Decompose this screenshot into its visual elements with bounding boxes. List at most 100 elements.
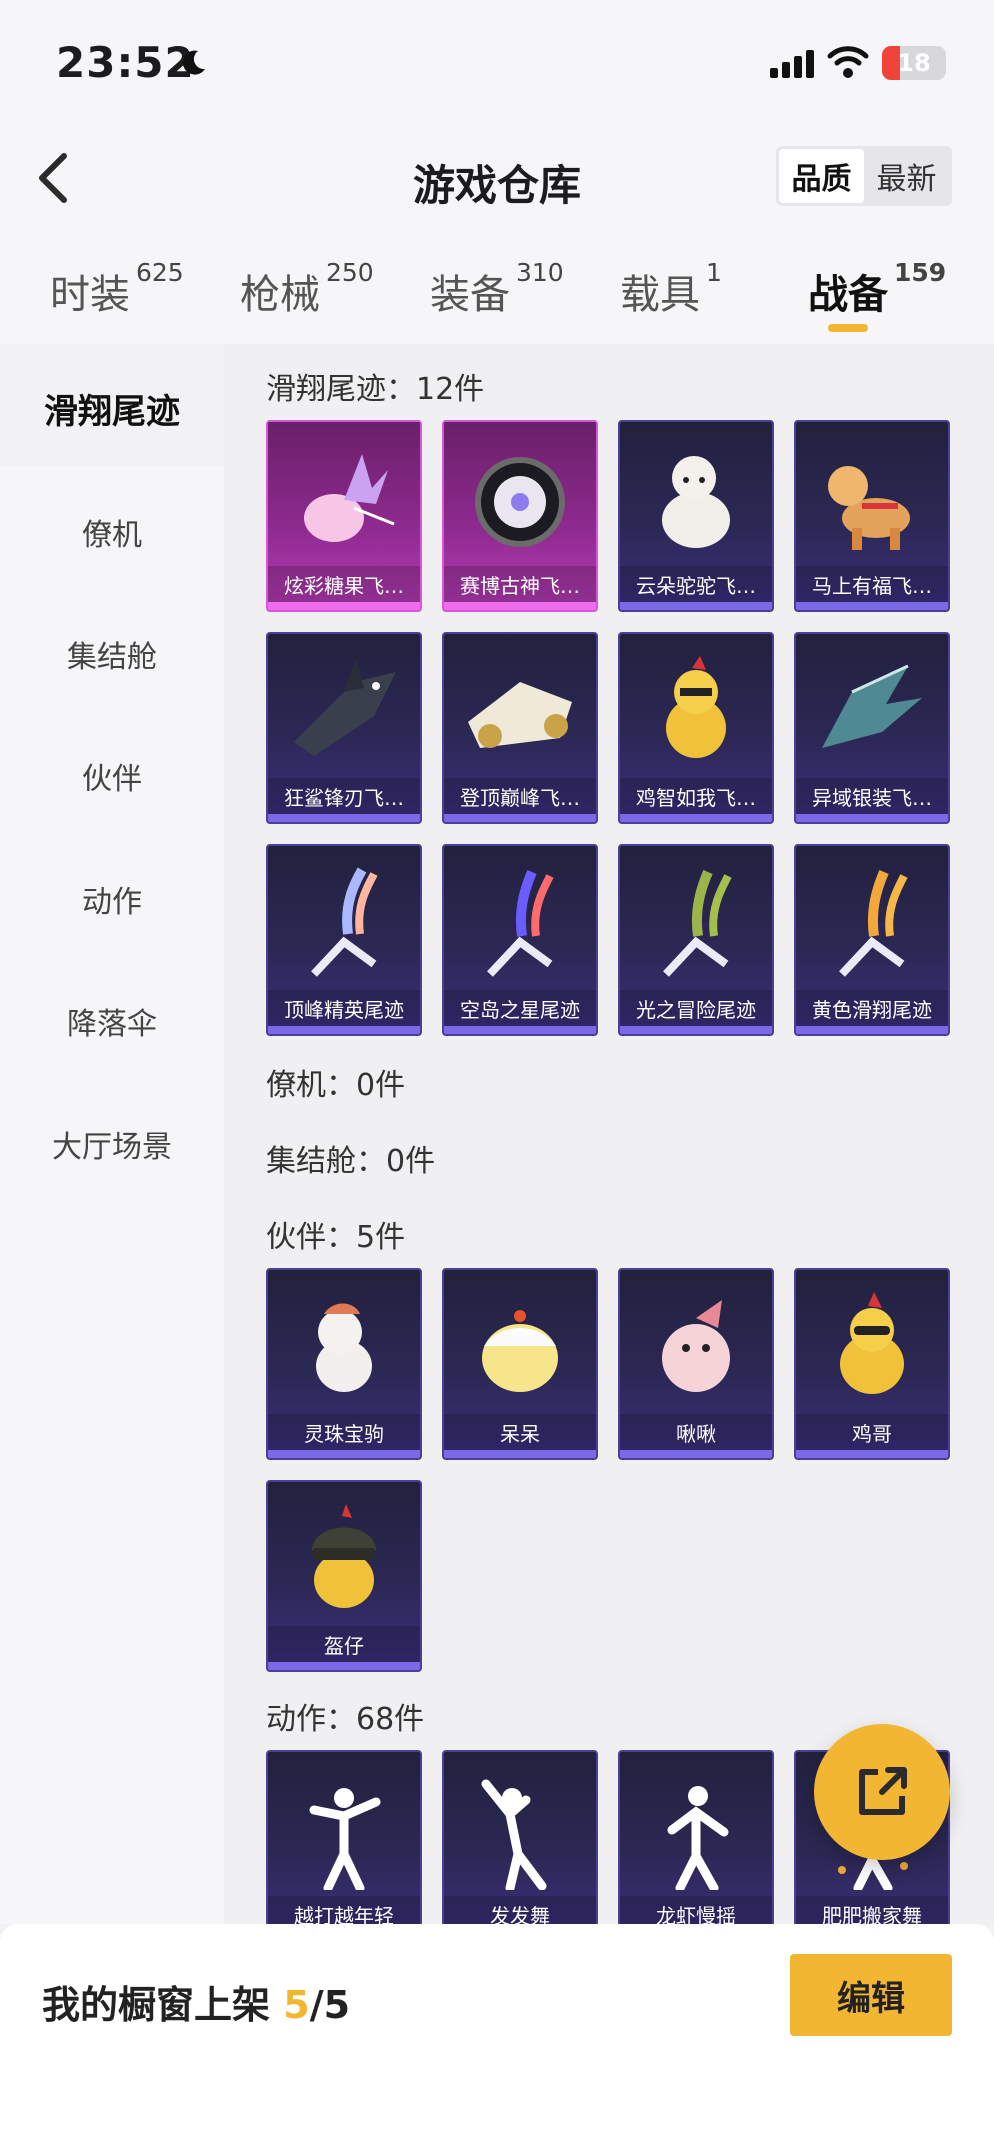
chicken-trail-icon xyxy=(636,652,756,772)
item-label: 肥肥搬家舞 xyxy=(796,1896,948,1924)
item-card[interactable]: 越打越年轻 xyxy=(266,1750,422,1924)
item-label: 鸡智如我飞… xyxy=(620,778,772,814)
sidebar-item-parachute[interactable]: 降落伞 xyxy=(0,999,224,1043)
item-card[interactable]: 龙虾慢摇 xyxy=(618,1750,774,1924)
item-label: 鸡哥 xyxy=(796,1414,948,1450)
tab-vehicles[interactable]: 载具 1 xyxy=(620,258,722,320)
signal-icon xyxy=(770,50,814,78)
item-label: 盔仔 xyxy=(268,1626,420,1662)
dancer-silhouette-icon xyxy=(460,1770,580,1893)
sidebar-item-lobby-scene[interactable]: 大厅场景 xyxy=(0,1122,224,1166)
item-card[interactable]: 异域银装飞… xyxy=(794,632,950,824)
share-external-icon xyxy=(859,1767,907,1815)
showcase-total-count: /5 xyxy=(309,1983,351,2027)
item-label: 空岛之星尾迹 xyxy=(444,990,596,1026)
item-card[interactable]: 盔仔 xyxy=(266,1480,422,1672)
candy-trail-icon xyxy=(284,440,404,560)
battery-level: 18 xyxy=(897,49,931,77)
item-card[interactable]: 狂鲨锋刃飞… xyxy=(266,632,422,824)
cyber-god-trail-icon xyxy=(460,440,580,560)
exotic-trail-icon xyxy=(812,652,932,772)
item-label: 黄色滑翔尾迹 xyxy=(796,990,948,1026)
item-card[interactable]: 呆呆 xyxy=(442,1268,598,1460)
tab-fashion[interactable]: 时装 625 xyxy=(50,258,184,320)
tab-label: 枪械 xyxy=(240,272,320,318)
summit-trail-icon xyxy=(460,652,580,772)
item-card[interactable]: 赛博古神飞… xyxy=(442,420,598,612)
sort-latest-button[interactable]: 最新 xyxy=(864,149,949,203)
tab-battle-prep[interactable]: 战备 159 xyxy=(808,258,946,320)
item-label: 顶峰精英尾迹 xyxy=(268,990,420,1026)
item-card[interactable]: 啾啾 xyxy=(618,1268,774,1460)
moon-icon xyxy=(182,50,205,75)
item-label: 异域银装飞… xyxy=(796,778,948,814)
tab-label: 载具 xyxy=(620,272,700,318)
item-label: 登顶巅峰飞… xyxy=(444,778,596,814)
share-button[interactable] xyxy=(814,1724,950,1860)
sidebar-item-emote[interactable]: 动作 xyxy=(0,877,224,921)
tab-count: 1 xyxy=(706,258,722,287)
item-card[interactable]: 鸡哥 xyxy=(794,1268,950,1460)
sidebar: 滑翔尾迹 僚机 集结舱 伙伴 动作 降落伞 大厅场景 xyxy=(0,344,224,1924)
item-label: 云朵驼驼飞… xyxy=(620,566,772,602)
sort-toggle: 品质 最新 xyxy=(776,146,952,206)
item-card[interactable]: 发发舞 xyxy=(442,1750,598,1924)
item-card[interactable]: 炫彩糖果飞… xyxy=(266,420,422,612)
chicken-bro-icon xyxy=(812,1288,932,1408)
sidebar-item-glide-trail[interactable]: 滑翔尾迹 xyxy=(0,344,224,466)
sort-quality-button[interactable]: 品质 xyxy=(779,149,864,203)
wifi-icon xyxy=(827,46,869,78)
sidebar-item-wingman[interactable]: 僚机 xyxy=(0,510,224,554)
section-title-wingman: 僚机：0件 xyxy=(266,1068,406,1103)
section-title-glide-trails: 滑翔尾迹：12件 xyxy=(266,372,485,407)
item-card[interactable]: 黄色滑翔尾迹 xyxy=(794,844,950,1036)
tab-count: 159 xyxy=(894,258,947,287)
item-card[interactable]: 云朵驼驼飞… xyxy=(618,420,774,612)
clock: 23:52 xyxy=(56,38,195,87)
alpaca-trail-icon xyxy=(636,440,756,560)
sidebar-item-capsule[interactable]: 集结舱 xyxy=(0,632,224,676)
showcase-bar: 我的橱窗上架 5/5 编辑 xyxy=(0,1924,994,2152)
dancer-silhouette-icon xyxy=(284,1770,404,1893)
item-label: 马上有福飞… xyxy=(796,566,948,602)
tab-equipment[interactable]: 装备 310 xyxy=(430,258,564,320)
tab-count: 625 xyxy=(136,258,184,287)
helmet-chick-icon xyxy=(284,1500,404,1620)
tab-firearms[interactable]: 枪械 250 xyxy=(240,258,374,320)
pony-trail-icon xyxy=(812,440,932,560)
shark-trail-icon xyxy=(284,652,404,772)
item-card[interactable]: 空岛之星尾迹 xyxy=(442,844,598,1036)
adventure-trail-icon xyxy=(636,864,756,984)
showcase-current-count: 5 xyxy=(283,1983,310,2027)
yellow-trail-icon xyxy=(812,864,932,984)
item-label: 呆呆 xyxy=(444,1414,596,1450)
item-card[interactable]: 顶峰精英尾迹 xyxy=(266,844,422,1036)
item-card[interactable]: 登顶巅峰飞… xyxy=(442,632,598,824)
edit-button[interactable]: 编辑 xyxy=(790,1954,952,2036)
active-tab-indicator xyxy=(828,324,868,332)
item-card[interactable]: 马上有福飞… xyxy=(794,420,950,612)
item-card[interactable]: 灵珠宝驹 xyxy=(266,1268,422,1460)
item-label: 啾啾 xyxy=(620,1414,772,1450)
item-card[interactable]: 鸡智如我飞… xyxy=(618,632,774,824)
showcase-label: 我的橱窗上架 xyxy=(42,1983,284,2027)
tab-count: 250 xyxy=(326,258,374,287)
jiujiu-bird-icon xyxy=(636,1288,756,1408)
section-title-emotes: 动作：68件 xyxy=(266,1702,425,1737)
header: 游戏仓库 品质 最新 xyxy=(0,120,994,230)
battery-icon: 18 xyxy=(882,46,946,80)
item-list: 滑翔尾迹：12件 炫彩糖果飞… 赛博古神飞… 云朵驼驼飞… 马上有福飞… 狂鲨锋… xyxy=(224,344,994,1924)
item-label: 发发舞 xyxy=(444,1896,596,1924)
tab-label: 时装 xyxy=(50,272,130,318)
sidebar-item-partner[interactable]: 伙伴 xyxy=(0,754,224,798)
item-card[interactable]: 光之冒险尾迹 xyxy=(618,844,774,1036)
item-label: 越打越年轻 xyxy=(268,1896,420,1924)
status-bar: 23:52 18 xyxy=(0,0,994,120)
daidai-chick-icon xyxy=(460,1288,580,1408)
section-title-capsule: 集结舱：0件 xyxy=(266,1144,436,1179)
elite-trail-icon xyxy=(284,864,404,984)
item-label: 狂鲨锋刃飞… xyxy=(268,778,420,814)
sky-island-trail-icon xyxy=(460,864,580,984)
item-label: 炫彩糖果飞… xyxy=(268,566,420,602)
item-label: 赛博古神飞… xyxy=(444,566,596,602)
